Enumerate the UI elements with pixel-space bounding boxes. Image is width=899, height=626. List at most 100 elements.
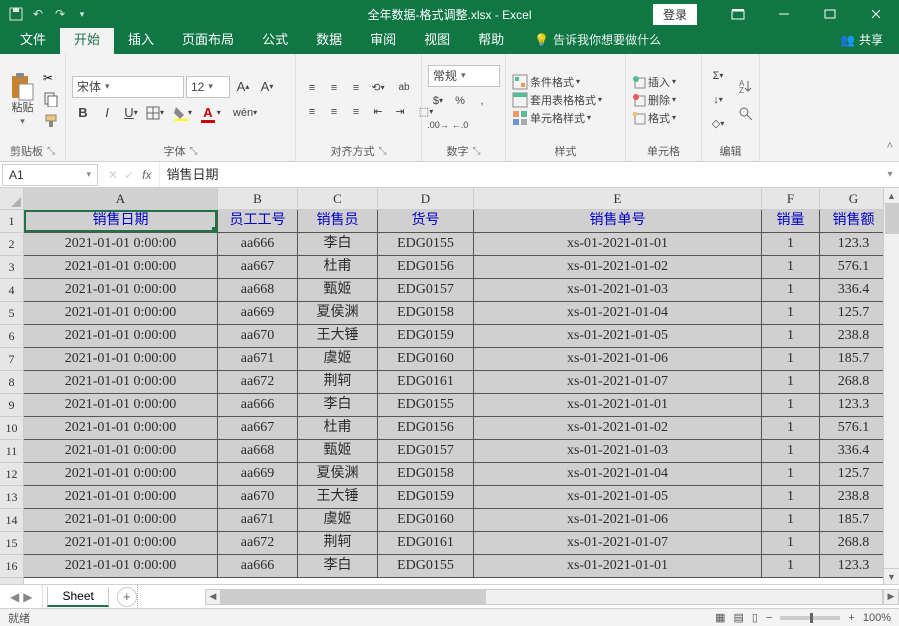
cell[interactable]: 576.1: [820, 417, 888, 440]
fx-icon[interactable]: fx: [142, 168, 159, 182]
cell[interactable]: 杜甫: [298, 256, 378, 279]
row-header-8[interactable]: 8: [0, 371, 23, 394]
align-middle-icon[interactable]: ≡: [324, 78, 344, 98]
collapse-ribbon-icon[interactable]: ˄: [881, 54, 899, 161]
zoom-slider[interactable]: [780, 616, 840, 620]
cell[interactable]: EDG0156: [378, 417, 474, 440]
cell[interactable]: 销售员: [298, 210, 378, 233]
cell[interactable]: aa666: [218, 394, 298, 417]
cell[interactable]: xs-01-2021-01-04: [474, 463, 762, 486]
clear-icon[interactable]: ◇▾: [708, 114, 728, 134]
fill-color-button[interactable]: ▾: [168, 102, 196, 124]
row-header-11[interactable]: 11: [0, 440, 23, 463]
table-row[interactable]: 2021-01-01 0:00:00aa672荆轲EDG0161xs-01-20…: [24, 532, 899, 555]
cell[interactable]: aa672: [218, 532, 298, 555]
close-icon[interactable]: [853, 0, 899, 28]
tab-开始[interactable]: 开始: [60, 25, 114, 54]
cell[interactable]: 2021-01-01 0:00:00: [24, 509, 218, 532]
row-header-15[interactable]: 15: [0, 532, 23, 555]
cell[interactable]: 虞姬: [298, 348, 378, 371]
cell[interactable]: 1: [762, 486, 820, 509]
cell[interactable]: 杜甫: [298, 417, 378, 440]
cell[interactable]: 2021-01-01 0:00:00: [24, 486, 218, 509]
table-row[interactable]: 2021-01-01 0:00:00aa671虞姬EDG0160xs-01-20…: [24, 509, 899, 532]
dialog-launcher-icon[interactable]: ⤡: [190, 146, 198, 157]
tab-页面布局[interactable]: 页面布局: [168, 25, 248, 54]
cell[interactable]: EDG0158: [378, 302, 474, 325]
zoom-level[interactable]: 100%: [863, 612, 891, 624]
italic-button[interactable]: I: [96, 102, 118, 124]
cell[interactable]: 1: [762, 256, 820, 279]
phonetic-button[interactable]: wén▾: [228, 102, 262, 124]
dialog-launcher-icon[interactable]: ⤡: [473, 146, 481, 157]
cell[interactable]: EDG0155: [378, 233, 474, 256]
table-row[interactable]: 2021-01-01 0:00:00aa672荆轲EDG0161xs-01-20…: [24, 371, 899, 394]
minimize-icon[interactable]: [761, 0, 807, 28]
dialog-launcher-icon[interactable]: ⤡: [379, 146, 387, 157]
undo-icon[interactable]: ↶: [30, 6, 46, 22]
cell[interactable]: EDG0161: [378, 532, 474, 555]
cell[interactable]: 2021-01-01 0:00:00: [24, 348, 218, 371]
cell[interactable]: xs-01-2021-01-07: [474, 532, 762, 555]
name-box[interactable]: A1▾: [2, 164, 98, 186]
row-header-2[interactable]: 2: [0, 233, 23, 256]
cell[interactable]: 336.4: [820, 440, 888, 463]
table-row[interactable]: 2021-01-01 0:00:00aa667杜甫EDG0156xs-01-20…: [24, 417, 899, 440]
increase-indent-icon[interactable]: ⇥: [390, 102, 410, 122]
border-button[interactable]: ▾: [144, 102, 166, 124]
table-row[interactable]: 2021-01-01 0:00:00aa666李白EDG0155xs-01-20…: [24, 394, 899, 417]
cell[interactable]: xs-01-2021-01-07: [474, 371, 762, 394]
table-row[interactable]: 2021-01-01 0:00:00aa671虞姬EDG0160xs-01-20…: [24, 348, 899, 371]
row-header-12[interactable]: 12: [0, 463, 23, 486]
cell[interactable]: 销售单号: [474, 210, 762, 233]
row-header-5[interactable]: 5: [0, 302, 23, 325]
cell[interactable]: 2021-01-01 0:00:00: [24, 532, 218, 555]
cell[interactable]: 2021-01-01 0:00:00: [24, 440, 218, 463]
decrease-font-icon[interactable]: A▾: [256, 76, 278, 98]
cell[interactable]: xs-01-2021-01-02: [474, 417, 762, 440]
col-header-A[interactable]: A: [24, 188, 218, 209]
cell[interactable]: 1: [762, 417, 820, 440]
tab-帮助[interactable]: 帮助: [464, 25, 518, 54]
number-format-combo[interactable]: 常规▾: [428, 65, 500, 87]
cell[interactable]: 1: [762, 440, 820, 463]
cell[interactable]: EDG0159: [378, 486, 474, 509]
scroll-left-icon[interactable]: ◀: [205, 589, 221, 605]
view-normal-icon[interactable]: ▦: [715, 611, 725, 624]
cell[interactable]: EDG0161: [378, 371, 474, 394]
cell[interactable]: 238.8: [820, 486, 888, 509]
cell[interactable]: 甄姬: [298, 440, 378, 463]
dialog-launcher-icon[interactable]: ⤡: [47, 146, 55, 157]
cell[interactable]: 销量: [762, 210, 820, 233]
cell[interactable]: aa668: [218, 279, 298, 302]
cell[interactable]: 1: [762, 463, 820, 486]
cell[interactable]: 185.7: [820, 509, 888, 532]
ribbon-options-icon[interactable]: [715, 0, 761, 28]
cell[interactable]: 夏侯渊: [298, 463, 378, 486]
cell[interactable]: 2021-01-01 0:00:00: [24, 555, 218, 578]
format-painter-icon[interactable]: [43, 113, 59, 129]
align-left-icon[interactable]: ≡: [302, 102, 322, 122]
col-header-E[interactable]: E: [474, 188, 762, 209]
row-header-1[interactable]: 1: [0, 210, 23, 233]
cell[interactable]: 销售日期: [24, 210, 218, 233]
col-header-C[interactable]: C: [298, 188, 378, 209]
cell-styles-button[interactable]: 单元格样式▾: [512, 110, 602, 126]
cell[interactable]: 2021-01-01 0:00:00: [24, 302, 218, 325]
cell[interactable]: 238.8: [820, 325, 888, 348]
percent-icon[interactable]: %: [450, 91, 470, 111]
cells-area[interactable]: 销售日期员工工号销售员货号销售单号销量销售额2021-01-01 0:00:00…: [24, 210, 899, 584]
cell[interactable]: xs-01-2021-01-01: [474, 394, 762, 417]
cut-icon[interactable]: ✂: [43, 71, 59, 85]
cell[interactable]: EDG0155: [378, 394, 474, 417]
maximize-icon[interactable]: [807, 0, 853, 28]
cell[interactable]: EDG0156: [378, 256, 474, 279]
cell[interactable]: 2021-01-01 0:00:00: [24, 233, 218, 256]
cell[interactable]: xs-01-2021-01-04: [474, 302, 762, 325]
cell[interactable]: 1: [762, 348, 820, 371]
cell[interactable]: 货号: [378, 210, 474, 233]
decrease-decimal-icon[interactable]: ←.0: [450, 115, 470, 135]
table-row[interactable]: 2021-01-01 0:00:00aa666李白EDG0155xs-01-20…: [24, 555, 899, 578]
new-sheet-button[interactable]: +: [117, 587, 137, 607]
select-all-corner[interactable]: [0, 188, 24, 210]
